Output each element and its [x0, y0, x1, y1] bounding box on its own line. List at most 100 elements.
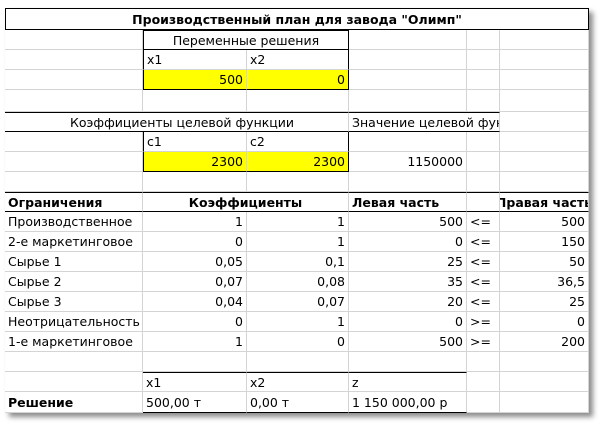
sheet-title[interactable]: Производственный план для завода "Олимп"	[5, 8, 589, 30]
empty-cell[interactable]	[349, 352, 467, 372]
c2-label[interactable]: c2	[247, 132, 349, 152]
constraint-operator[interactable]: <=	[467, 272, 500, 292]
constraint-coef-1[interactable]: 1	[143, 212, 247, 232]
empty-cell[interactable]	[5, 352, 143, 372]
constraint-coef-2[interactable]: 0,07	[247, 292, 349, 312]
constraint-coef-2[interactable]: 1	[247, 312, 349, 332]
constraints-rhs-header[interactable]: Правая часть	[500, 192, 589, 212]
empty-cell[interactable]	[500, 30, 589, 50]
empty-cell[interactable]	[349, 172, 467, 192]
solution-x2-label[interactable]: x2	[247, 372, 349, 392]
constraint-operator[interactable]: <=	[467, 212, 500, 232]
empty-cell[interactable]	[5, 172, 143, 192]
solution-z-label[interactable]: z	[349, 372, 467, 392]
constraint-operator[interactable]: <=	[467, 232, 500, 252]
solution-x1-label[interactable]: x1	[143, 372, 247, 392]
constraint-rhs[interactable]: 150	[500, 232, 589, 252]
empty-cell[interactable]	[5, 50, 143, 70]
constraint-lhs[interactable]: 20	[349, 292, 467, 312]
constraint-rhs[interactable]: 25	[500, 292, 589, 312]
objective-coef-header[interactable]: Коэффициенты целевой функции	[5, 112, 349, 132]
empty-cell[interactable]	[467, 352, 500, 372]
constraint-name[interactable]: Производственное	[5, 212, 143, 232]
constraint-rhs[interactable]: 500	[500, 212, 589, 232]
objective-value-cell[interactable]: 1150000	[349, 152, 467, 172]
constraint-name[interactable]: Сырье 3	[5, 292, 143, 312]
empty-cell[interactable]	[500, 152, 589, 172]
empty-cell[interactable]	[467, 172, 500, 192]
constraint-coef-2[interactable]: 1	[247, 232, 349, 252]
constraint-lhs[interactable]: 500	[349, 332, 467, 352]
x2-label[interactable]: x2	[247, 50, 349, 70]
constraint-coef-1[interactable]: 0,07	[143, 272, 247, 292]
empty-cell[interactable]	[5, 132, 143, 152]
constraint-lhs[interactable]: 0	[349, 232, 467, 252]
variables-header[interactable]: Переменные решения	[143, 30, 349, 50]
constraint-coef-1[interactable]: 0,04	[143, 292, 247, 312]
constraint-coef-2[interactable]: 0	[247, 332, 349, 352]
constraint-name[interactable]: Сырье 1	[5, 252, 143, 272]
empty-cell[interactable]	[467, 70, 500, 90]
solution-x2-value[interactable]: 0,00 т	[247, 392, 349, 413]
empty-cell[interactable]	[349, 90, 467, 112]
constraint-operator[interactable]: <=	[467, 292, 500, 312]
constraint-coef-1[interactable]: 0	[143, 312, 247, 332]
constraint-lhs[interactable]: 500	[349, 212, 467, 232]
solution-z-value[interactable]: 1 150 000,00 р	[349, 392, 467, 413]
constraint-lhs[interactable]: 0	[349, 312, 467, 332]
constraint-rhs[interactable]: 36,5	[500, 272, 589, 292]
empty-cell[interactable]	[349, 132, 467, 152]
empty-cell[interactable]	[5, 372, 143, 392]
empty-cell[interactable]	[500, 392, 589, 413]
constraint-rhs[interactable]: 200	[500, 332, 589, 352]
solution-x1-value[interactable]: 500,00 т	[143, 392, 247, 413]
empty-cell[interactable]	[500, 50, 589, 70]
constraint-coef-1[interactable]: 0,05	[143, 252, 247, 272]
empty-cell[interactable]	[5, 152, 143, 172]
c2-value-cell[interactable]: 2300	[247, 152, 349, 172]
empty-cell[interactable]	[349, 70, 467, 90]
empty-cell[interactable]	[5, 90, 143, 112]
empty-cell[interactable]	[143, 172, 247, 192]
empty-cell[interactable]	[500, 70, 589, 90]
objective-value-header[interactable]: Значение целевой функции	[349, 112, 500, 132]
constraint-operator[interactable]: <=	[467, 252, 500, 272]
solution-label[interactable]: Решение	[5, 392, 143, 413]
empty-cell[interactable]	[500, 172, 589, 192]
x1-value-cell[interactable]: 500	[143, 70, 247, 90]
empty-cell[interactable]	[500, 112, 589, 132]
constraints-coefs-header[interactable]: Коэффициенты	[143, 192, 349, 212]
c1-value-cell[interactable]: 2300	[143, 152, 247, 172]
constraint-operator[interactable]: >=	[467, 312, 500, 332]
empty-cell[interactable]	[467, 50, 500, 70]
empty-cell[interactable]	[467, 90, 500, 112]
empty-cell[interactable]	[349, 30, 467, 50]
empty-cell[interactable]	[500, 372, 589, 392]
constraint-lhs[interactable]: 35	[349, 272, 467, 292]
c1-label[interactable]: c1	[143, 132, 247, 152]
x1-label[interactable]: x1	[143, 50, 247, 70]
constraint-name[interactable]: 1-е маркетинговое	[5, 332, 143, 352]
empty-cell[interactable]	[467, 132, 500, 152]
empty-cell[interactable]	[500, 132, 589, 152]
empty-cell[interactable]	[247, 90, 349, 112]
empty-cell[interactable]	[467, 30, 500, 50]
empty-cell[interactable]	[467, 152, 500, 172]
empty-cell[interactable]	[5, 30, 143, 50]
empty-cell[interactable]	[500, 90, 589, 112]
constraint-lhs[interactable]: 25	[349, 252, 467, 272]
constraint-name[interactable]: Сырье 2	[5, 272, 143, 292]
constraint-name[interactable]: 2-е маркетинговое	[5, 232, 143, 252]
x2-value-cell[interactable]: 0	[247, 70, 349, 90]
constraint-coef-1[interactable]: 1	[143, 332, 247, 352]
empty-cell[interactable]	[247, 172, 349, 192]
constraint-coef-2[interactable]: 0,1	[247, 252, 349, 272]
empty-cell[interactable]	[467, 392, 500, 413]
empty-cell[interactable]	[349, 50, 467, 70]
empty-cell[interactable]	[467, 372, 500, 392]
constraint-operator[interactable]: >=	[467, 332, 500, 352]
constraint-name[interactable]: Неотрицательность	[5, 312, 143, 332]
constraint-coef-2[interactable]: 1	[247, 212, 349, 232]
empty-cell[interactable]	[143, 352, 247, 372]
constraint-coef-2[interactable]: 0,08	[247, 272, 349, 292]
